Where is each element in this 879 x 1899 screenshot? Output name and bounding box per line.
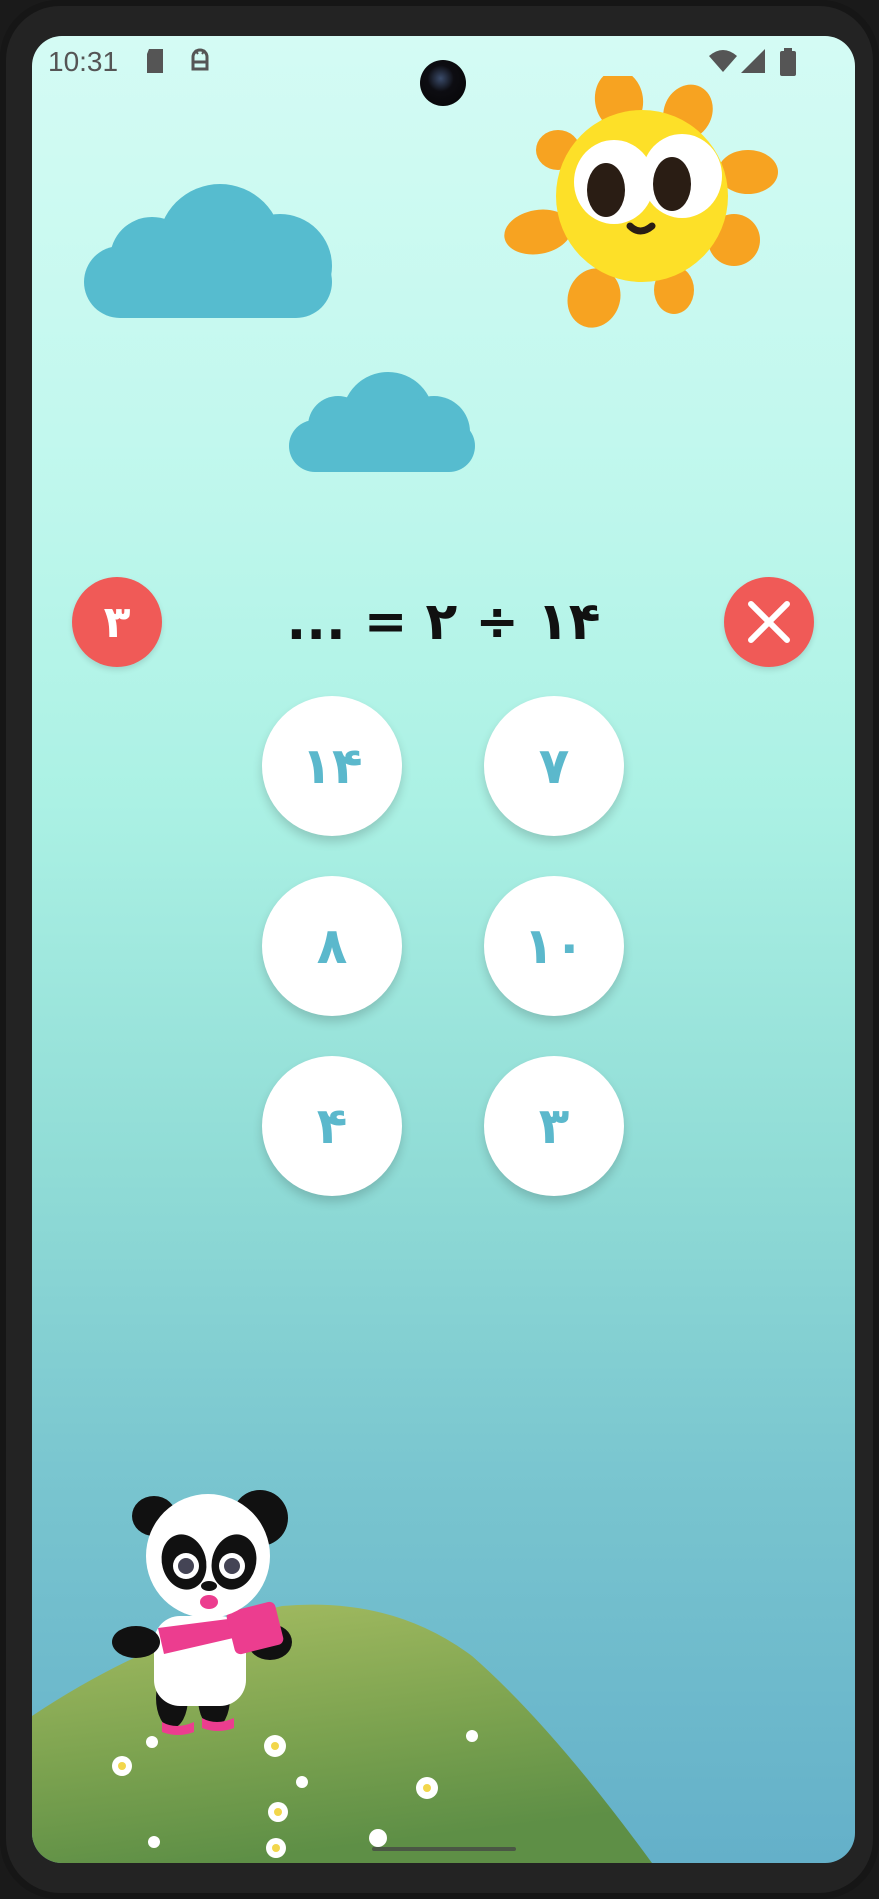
gesture-navigation-bar[interactable] [372,1847,516,1851]
android-debug-icon [188,48,212,78]
panda-character [112,1490,292,1735]
sun-character [504,76,778,328]
answer-option[interactable]: ۷ [484,696,624,836]
answer-option[interactable]: ۱۴ [262,696,402,836]
sd-card-icon [144,48,166,78]
cloud-small [289,372,475,472]
cellular-signal-icon [740,48,766,78]
close-icon [748,601,790,643]
answer-option[interactable]: ۱۰ [484,876,624,1016]
device-frame: 10:31 ۳ ۱۴ ÷ ۲ = ... ۷ ۱۴ ۱۰ ۸ ۳ ۴ [0,0,879,1899]
question-text: ۱۴ ÷ ۲ = ... [286,592,601,652]
answer-option[interactable]: ۴ [262,1056,402,1196]
answer-option[interactable]: ۳ [484,1056,624,1196]
status-time: 10:31 [48,46,119,77]
lives-counter: ۳ [72,577,162,667]
game-screen: 10:31 ۳ ۱۴ ÷ ۲ = ... ۷ ۱۴ ۱۰ ۸ ۳ ۴ [32,36,855,1863]
answer-option[interactable]: ۸ [262,876,402,1016]
wifi-icon [708,48,738,78]
close-button[interactable] [724,577,814,667]
cloud-large [84,184,332,318]
front-camera [420,60,466,106]
